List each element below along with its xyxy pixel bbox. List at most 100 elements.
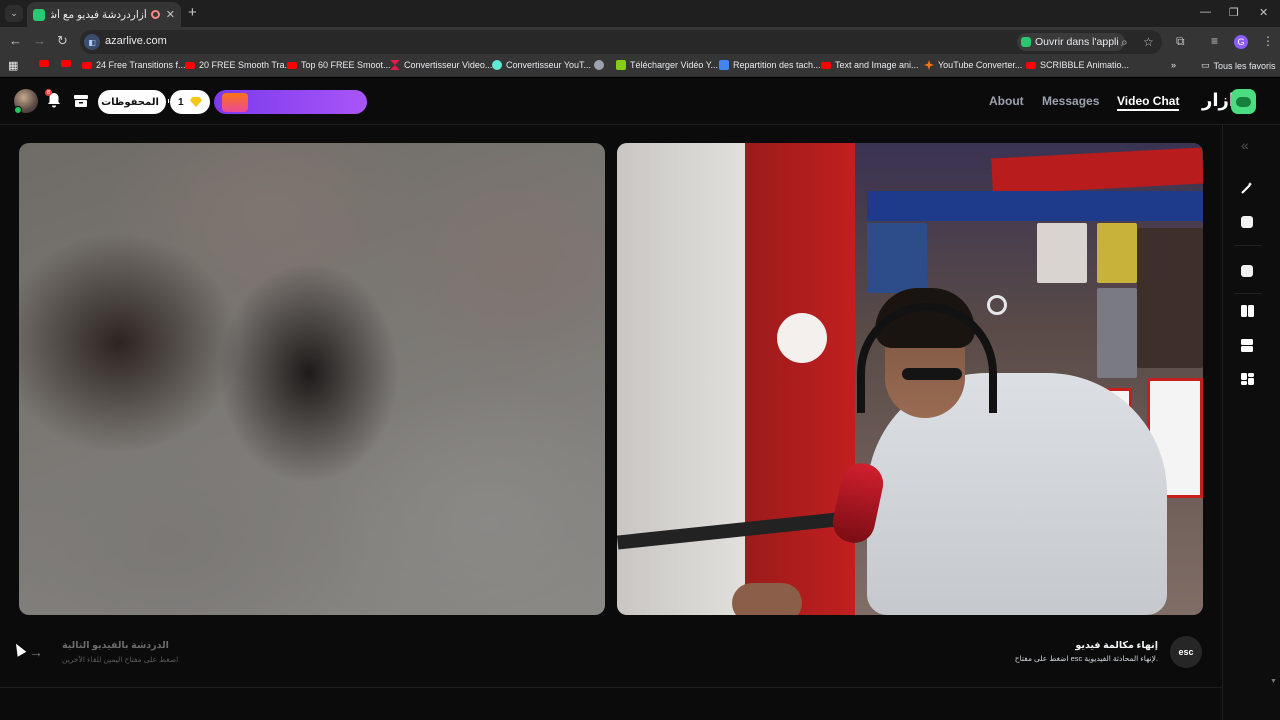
azar-page: 8 المحفوظات 1 About Messages Video Chat … xyxy=(0,78,1280,720)
youtube-icon xyxy=(185,61,195,69)
restore-icon[interactable]: ❐ xyxy=(1229,6,1239,19)
layout-stacked-icon[interactable] xyxy=(1239,337,1255,353)
remote-video xyxy=(19,143,605,615)
bookmark-item[interactable]: YouTube Converter... xyxy=(924,60,1022,70)
layout-grid-icon[interactable] xyxy=(1239,371,1255,387)
magic-wand-icon[interactable] xyxy=(1239,180,1255,196)
youtube-icon xyxy=(39,60,49,67)
video-scene-scarf xyxy=(867,191,1203,221)
bookmark-item[interactable] xyxy=(39,60,53,67)
chevron-right-icon[interactable]: » xyxy=(1171,60,1176,70)
download-icon xyxy=(616,60,626,70)
tab-title: أزاردردشة فيديو مع أشخاص xyxy=(51,8,147,21)
azar-favicon-icon xyxy=(33,8,45,21)
extensions-icon[interactable]: ⧉ xyxy=(1176,34,1185,49)
bookmark-label: SCRIBBLE Animatio... xyxy=(1040,60,1130,70)
video-scene-poster xyxy=(1137,228,1203,368)
click-indicator-icon xyxy=(987,295,1007,315)
bookmark-item[interactable] xyxy=(61,60,75,67)
bookmark-label: Convertisseur Video... xyxy=(404,60,493,70)
close-window-icon[interactable]: ✕ xyxy=(1259,6,1268,19)
video-scene-poster xyxy=(867,223,927,293)
more-menu-icon[interactable]: ⋮ xyxy=(1262,34,1274,48)
site-info-icon[interactable]: ◧ xyxy=(84,34,100,50)
azar-logo-icon[interactable] xyxy=(1231,89,1256,114)
bookmark-item[interactable]: 24 Free Transitions f... xyxy=(82,60,186,70)
gems-button[interactable]: 1 xyxy=(170,90,210,114)
arrow-right-icon: → xyxy=(29,644,43,660)
url-text: azarlive.com xyxy=(105,35,167,47)
media-control-icon[interactable]: ≡ xyxy=(1211,34,1218,48)
tab-search-button[interactable]: ⌄ xyxy=(5,5,23,22)
open-in-app-label: Ouvrir dans l'appli xyxy=(1035,36,1119,48)
address-bar[interactable]: ◧ azarlive.com Ouvrir dans l'appli ⌕ ☆ xyxy=(80,30,1162,54)
youtube-icon xyxy=(82,61,92,69)
face-filter-icon[interactable] xyxy=(1239,214,1255,230)
bookmarks-bar: ▦ 24 Free Transitions f... 20 FREE Smoot… xyxy=(0,57,1280,77)
tab-close-button[interactable]: ✕ xyxy=(166,8,175,21)
nav-messages[interactable]: Messages xyxy=(1042,94,1099,108)
bookmark-label: Text and Image ani... xyxy=(835,60,919,70)
video-scene-flag xyxy=(745,143,855,615)
saved-label: المحفوظات xyxy=(101,96,159,108)
bookmark-item[interactable]: Convertisseur YouT... xyxy=(492,60,591,70)
side-toolbar: « xyxy=(1222,125,1280,720)
divider xyxy=(1235,245,1261,246)
new-tab-button[interactable]: + xyxy=(188,5,197,21)
convert-icon xyxy=(492,60,502,70)
bookmark-label: Convertisseur YouT... xyxy=(506,60,592,70)
bookmark-item[interactable]: Repartition des tach... xyxy=(719,60,821,70)
apps-grid-icon[interactable]: ▦ xyxy=(8,59,18,72)
minimize-icon[interactable]: — xyxy=(1200,6,1211,18)
bookmark-item[interactable]: 20 FREE Smooth Tra... xyxy=(185,60,292,70)
bookmark-star-icon[interactable]: ☆ xyxy=(1143,35,1154,49)
bookmark-label: Repartition des tach... xyxy=(733,60,821,70)
youtube-icon xyxy=(821,61,831,69)
scroll-down-icon[interactable]: ▼ xyxy=(1270,678,1277,685)
recording-icon xyxy=(150,10,160,19)
bookmark-label: YouTube Converter... xyxy=(938,60,1023,70)
nav-about[interactable]: About xyxy=(989,94,1024,108)
browser-tab[interactable]: أزاردردشة فيديو مع أشخاص ✕ xyxy=(27,2,181,27)
video-scene-flag-emblem xyxy=(777,313,827,363)
bookmark-label: Top 60 FREE Smoot... xyxy=(301,60,391,70)
app-icon xyxy=(1021,37,1031,47)
profile-avatar[interactable]: G xyxy=(1234,35,1248,49)
end-call-title: إنهاء مكالمة فيديو xyxy=(1075,640,1158,651)
bookmark-label: Télécharger Vidéo Y... xyxy=(630,60,719,70)
globe-icon xyxy=(594,60,604,70)
divider xyxy=(0,687,1222,688)
layout-side-by-side-icon[interactable] xyxy=(1239,303,1255,319)
youtube-icon xyxy=(61,60,71,67)
divider xyxy=(1235,293,1261,294)
chevron-down-icon: ⌄ xyxy=(10,8,18,18)
dice-icon[interactable] xyxy=(1239,263,1255,279)
folder-icon: ▭ xyxy=(1201,60,1210,70)
online-status-dot xyxy=(14,106,22,114)
archive-icon[interactable] xyxy=(73,93,89,109)
local-video xyxy=(617,143,1203,615)
browser-toolbar: ← → ↻ ◧ azarlive.com Ouvrir dans l'appli… xyxy=(0,27,1280,57)
reload-icon[interactable]: ↻ xyxy=(57,33,68,49)
bookmark-item[interactable]: Convertisseur Video... xyxy=(390,60,492,70)
bookmark-item[interactable]: Text and Image ani... xyxy=(821,60,919,70)
back-icon[interactable]: ← xyxy=(9,33,22,48)
treasure-chest-icon xyxy=(222,93,248,112)
bookmark-item[interactable]: Télécharger Vidéo Y... xyxy=(616,60,718,70)
all-bookmarks-folder[interactable]: ▭ Tous les favoris xyxy=(1201,60,1276,71)
saved-button[interactable]: المحفوظات xyxy=(98,90,169,114)
bookmark-item[interactable] xyxy=(594,60,608,70)
collapse-icon[interactable]: « xyxy=(1241,137,1249,153)
z-icon xyxy=(390,60,400,70)
bookmark-item[interactable]: SCRIBBLE Animatio... xyxy=(1026,60,1129,70)
nav-video-chat[interactable]: Video Chat xyxy=(1117,94,1180,111)
docs-icon xyxy=(719,60,729,70)
open-in-app-button[interactable]: Ouvrir dans l'appli xyxy=(1017,33,1125,51)
zoom-icon[interactable]: ⌕ xyxy=(1121,35,1128,50)
end-call-esc-button[interactable]: esc xyxy=(1170,636,1202,668)
next-chat-button[interactable]: → xyxy=(24,640,48,664)
youtube-icon xyxy=(287,61,297,69)
bookmark-item[interactable]: Top 60 FREE Smoot... xyxy=(287,60,391,70)
notification-badge: 8 xyxy=(45,89,52,96)
forward-icon[interactable]: → xyxy=(33,33,46,48)
